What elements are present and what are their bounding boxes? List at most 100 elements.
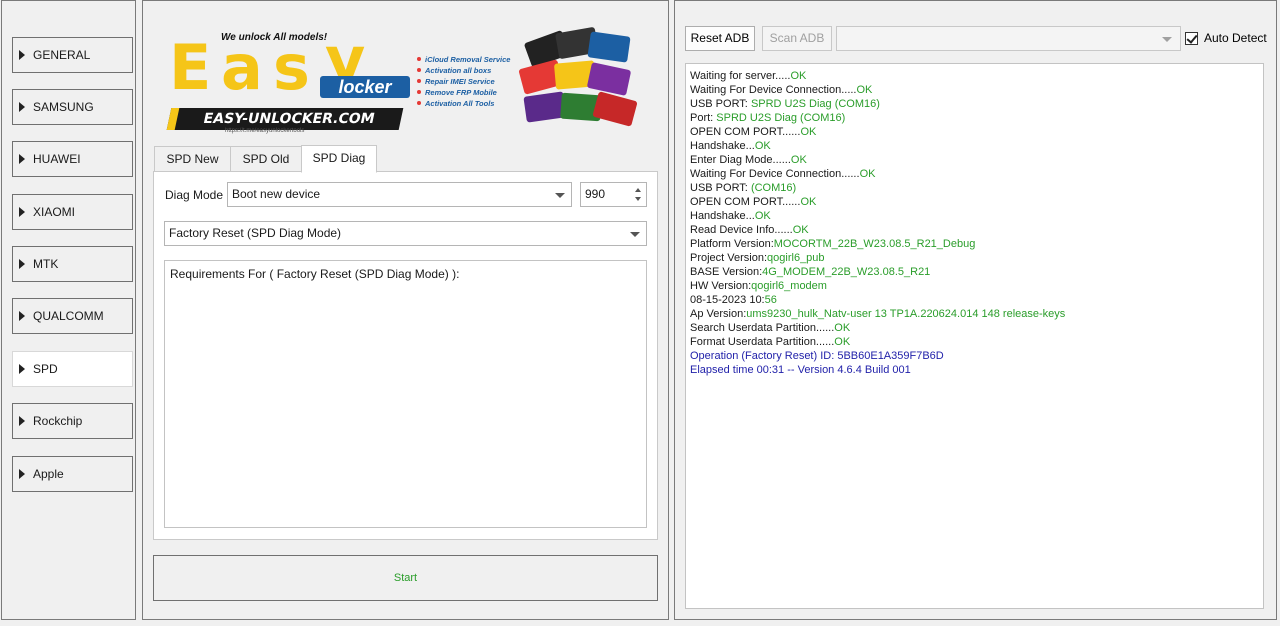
log-text: Format Userdata Partition...... xyxy=(690,336,835,348)
log-value: OK xyxy=(859,168,876,180)
log-line: Search Userdata Partition......OK xyxy=(690,321,1259,335)
log-value: (COM16) xyxy=(750,182,797,194)
nav-qualcomm-button[interactable]: QUALCOMM xyxy=(12,298,133,334)
diag-mode-label: Diag Mode xyxy=(165,188,224,202)
diag-mode-select[interactable]: Boot new device xyxy=(227,182,572,207)
log-line: Read Device Info......OK xyxy=(690,223,1259,237)
log-value: 4G_MODEM_22B_W23.08.5_R21 xyxy=(762,266,931,278)
logo-service: Repair IMEI Service xyxy=(417,76,510,87)
operation-select[interactable]: Factory Reset (SPD Diag Mode) xyxy=(164,221,647,246)
log-text: Port: xyxy=(690,112,717,124)
log-value: MOCORTM_22B_W23.08.5_R21_Debug xyxy=(773,238,976,250)
log-value: OK xyxy=(800,196,817,208)
log-text: 08-15-2023 10: xyxy=(690,294,765,306)
spin-down-icon[interactable] xyxy=(635,197,641,201)
auto-detect-label: Auto Detect xyxy=(1204,31,1267,45)
log-text: Waiting For Device Connection..... xyxy=(690,84,857,96)
logo-service: Remove FRP Mobile xyxy=(417,87,510,98)
nav-label: SAMSUNG xyxy=(33,100,94,114)
logo-services-list: iCloud Removal Service Activation all bo… xyxy=(417,54,510,109)
log-line: USB PORT: (COM16) xyxy=(690,181,1259,195)
log-text: BASE Version: xyxy=(690,266,763,278)
chevron-right-icon xyxy=(19,311,25,321)
log-line: Project Version:qogirl6_pub xyxy=(690,251,1259,265)
log-value: OK xyxy=(790,154,807,166)
chevron-right-icon xyxy=(19,102,25,112)
logo-locker-badge: locker xyxy=(320,76,410,98)
log-line: Platform Version:MOCORTM_22B_W23.08.5_R2… xyxy=(690,237,1259,251)
logo-url: EASY-UNLOCKER.COM xyxy=(166,108,404,130)
log-line: Waiting For Device Connection......OK xyxy=(690,167,1259,181)
log-text: Enter Diag Mode...... xyxy=(690,154,791,166)
start-button[interactable]: Start xyxy=(153,555,658,601)
scan-adb-button[interactable]: Scan ADB xyxy=(762,26,832,51)
operation-value: Factory Reset (SPD Diag Mode) xyxy=(169,226,342,240)
log-value: OK xyxy=(834,322,851,334)
log-value: SPRD U2S Diag (COM16) xyxy=(750,98,880,110)
log-text: Waiting for server..... xyxy=(690,70,791,82)
logo-service: Activation all boxs xyxy=(417,65,510,76)
log-value: ums9230_hulk_Natv-user 13 TP1A.220624.01… xyxy=(746,308,1066,320)
log-line: Enter Diag Mode......OK xyxy=(690,153,1259,167)
spin-up-icon[interactable] xyxy=(635,188,641,192)
log-text: Ap Version: xyxy=(690,308,747,320)
reset-adb-button[interactable]: Reset ADB xyxy=(685,26,755,51)
log-line: Waiting for server.....OK xyxy=(690,69,1259,83)
log-value: OK xyxy=(800,126,817,138)
log-line: Format Userdata Partition......OK xyxy=(690,335,1259,349)
nav-label: XIAOMI xyxy=(33,205,76,219)
checkmark-icon[interactable] xyxy=(1185,31,1198,45)
log-text: Read Device Info...... xyxy=(690,224,793,236)
log-line: Operation (Factory Reset) ID: 5BB60E1A35… xyxy=(690,349,1259,363)
tab-spd-diag[interactable]: SPD Diag xyxy=(301,145,377,173)
log-text: Handshake... xyxy=(690,140,755,152)
log-value: OK xyxy=(754,210,771,222)
log-output: Waiting for server.....OK Waiting For Dev… xyxy=(685,63,1264,609)
log-line: 08-15-2023 10:56 xyxy=(690,293,1259,307)
log-line: Elapsed time 00:31 -- Version 4.6.4 Buil… xyxy=(690,363,1259,377)
chevron-right-icon xyxy=(19,207,25,217)
log-text: Waiting For Device Connection...... xyxy=(690,168,860,180)
log-text: Project Version: xyxy=(690,252,768,264)
chevron-right-icon xyxy=(19,364,25,374)
chevron-right-icon xyxy=(19,469,25,479)
nav-xiaomi-button[interactable]: XIAOMI xyxy=(12,194,133,230)
logo-service: iCloud Removal Service xyxy=(417,54,510,65)
log-value: Operation (Factory Reset) ID: 5BB60E1A35… xyxy=(690,350,944,362)
log-value: OK xyxy=(790,70,807,82)
nav-rockchip-button[interactable]: Rockchip xyxy=(12,403,133,439)
log-text: Platform Version: xyxy=(690,238,774,250)
nav-label: GENERAL xyxy=(33,48,91,62)
port-spinner[interactable]: 990 xyxy=(580,182,647,207)
log-line: BASE Version:4G_MODEM_22B_W23.08.5_R21 xyxy=(690,265,1259,279)
log-text: OPEN COM PORT...... xyxy=(690,126,801,138)
chevron-right-icon xyxy=(19,154,25,164)
spd-tools-panel: We unlock All models! Easy locker EASY-U… xyxy=(142,0,669,620)
log-text: Handshake... xyxy=(690,210,755,222)
easy-unlocker-logo: We unlock All models! Easy locker EASY-U… xyxy=(165,26,638,138)
auto-detect-checkbox[interactable]: Auto Detect xyxy=(1185,31,1267,45)
diag-mode-value: Boot new device xyxy=(232,187,321,201)
log-line: Waiting For Device Connection.....OK xyxy=(690,83,1259,97)
chevron-down-icon xyxy=(630,232,640,237)
tab-spd-new[interactable]: SPD New xyxy=(154,146,231,172)
adb-device-select[interactable] xyxy=(836,26,1181,51)
log-value: OK xyxy=(792,224,809,236)
log-value: 56 xyxy=(764,294,777,306)
nav-samsung-button[interactable]: SAMSUNG xyxy=(12,89,133,125)
log-line: OPEN COM PORT......OK xyxy=(690,195,1259,209)
nav-huawei-button[interactable]: HUAWEI xyxy=(12,141,133,177)
nav-spd-button[interactable]: SPD xyxy=(12,351,133,387)
nav-apple-button[interactable]: Apple xyxy=(12,456,133,492)
chevron-right-icon xyxy=(19,259,25,269)
tab-spd-old[interactable]: SPD Old xyxy=(230,146,302,172)
nav-general-button[interactable]: GENERAL xyxy=(12,37,133,73)
requirements-textarea[interactable]: Requirements For ( Factory Reset (SPD Di… xyxy=(164,260,647,528)
logo-cards-graphic xyxy=(517,26,638,130)
log-line: Handshake...OK xyxy=(690,139,1259,153)
nav-label: QUALCOMM xyxy=(33,309,104,323)
requirements-text: Requirements For ( Factory Reset (SPD Di… xyxy=(170,267,460,281)
nav-mtk-button[interactable]: MTK xyxy=(12,246,133,282)
logo-service: Activation All Tools xyxy=(417,98,510,109)
log-text: Search Userdata Partition...... xyxy=(690,322,835,334)
